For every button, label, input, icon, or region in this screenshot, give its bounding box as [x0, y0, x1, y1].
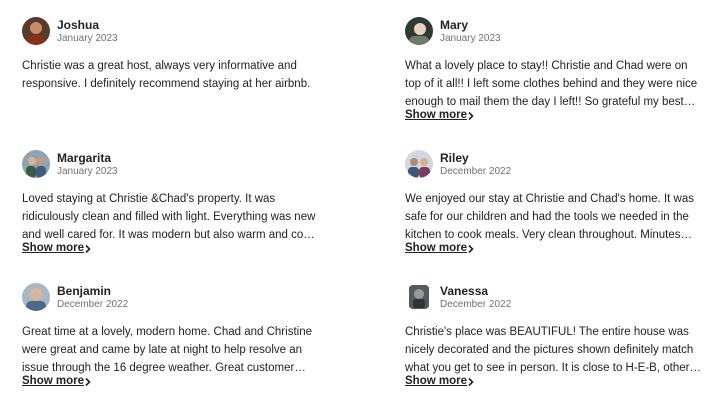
- reviewer-name: Mary: [440, 18, 469, 32]
- show-more-link[interactable]: Show more: [22, 375, 102, 391]
- show-more-label: Show more: [405, 242, 467, 254]
- reviewer-name: Riley: [440, 151, 469, 165]
- review-header: Vanessa December 2022: [405, 283, 705, 315]
- review-card: Joshua January 2023 Christie was a great…: [22, 17, 322, 90]
- review-date: December 2022: [440, 166, 512, 177]
- chevron-right-icon: [468, 111, 474, 121]
- show-more-link[interactable]: Show more: [405, 109, 485, 125]
- review-header: Margarita January 2023: [22, 150, 322, 182]
- chevron-right-icon: [85, 244, 91, 254]
- avatar[interactable]: [405, 17, 433, 45]
- review-date: January 2023: [57, 33, 118, 44]
- reviewer-name: Benjamin: [57, 284, 112, 298]
- review-card: Benjamin December 2022 Great time at a l…: [22, 283, 322, 387]
- review-date: January 2023: [440, 33, 501, 44]
- review-card: Vanessa December 2022 Christie's place w…: [405, 283, 705, 387]
- reviewer-name: Joshua: [57, 18, 100, 32]
- chevron-right-icon: [468, 244, 474, 254]
- reviewer-name: Margarita: [57, 151, 112, 165]
- review-header: Benjamin December 2022: [22, 283, 322, 315]
- chevron-right-icon: [468, 377, 474, 387]
- review-card: Mary January 2023 What a lovely place to…: [405, 17, 705, 121]
- review-header: Mary January 2023: [405, 17, 705, 49]
- show-more-label: Show more: [405, 109, 467, 121]
- review-text: Christie was a great host, always very i…: [22, 60, 311, 90]
- show-more-label: Show more: [405, 375, 467, 387]
- avatar[interactable]: [22, 17, 50, 45]
- review-card: Margarita January 2023 Loved staying at …: [22, 150, 322, 254]
- reviewer-name: Vanessa: [440, 284, 489, 298]
- review-text: Great time at a lovely, modern home. Cha…: [22, 326, 312, 374]
- avatar[interactable]: [405, 150, 433, 178]
- show-more-label: Show more: [22, 375, 84, 387]
- review-text: We enjoyed our stay at Christie and Chad…: [405, 193, 694, 241]
- review-date: December 2022: [57, 299, 129, 310]
- chevron-right-icon: [85, 377, 91, 387]
- show-more-link[interactable]: Show more: [405, 375, 485, 391]
- avatar[interactable]: [22, 150, 50, 178]
- review-text: Christie's place was BEAUTIFUL! The enti…: [405, 326, 694, 374]
- show-more-link[interactable]: Show more: [22, 242, 102, 258]
- review-header: Riley December 2022: [405, 150, 705, 182]
- avatar[interactable]: [22, 283, 50, 311]
- avatar[interactable]: [405, 283, 433, 311]
- review-text: What a lovely place to stay!! Christie a…: [405, 60, 698, 108]
- review-date: December 2022: [440, 299, 512, 310]
- review-date: January 2023: [57, 166, 118, 177]
- show-more-label: Show more: [22, 242, 84, 254]
- show-more-link[interactable]: Show more: [405, 242, 485, 258]
- review-card: Riley December 2022 We enjoyed our stay …: [405, 150, 705, 254]
- review-text: Loved staying at Christie &Chad's proper…: [22, 193, 322, 241]
- review-header: Joshua January 2023: [22, 17, 322, 49]
